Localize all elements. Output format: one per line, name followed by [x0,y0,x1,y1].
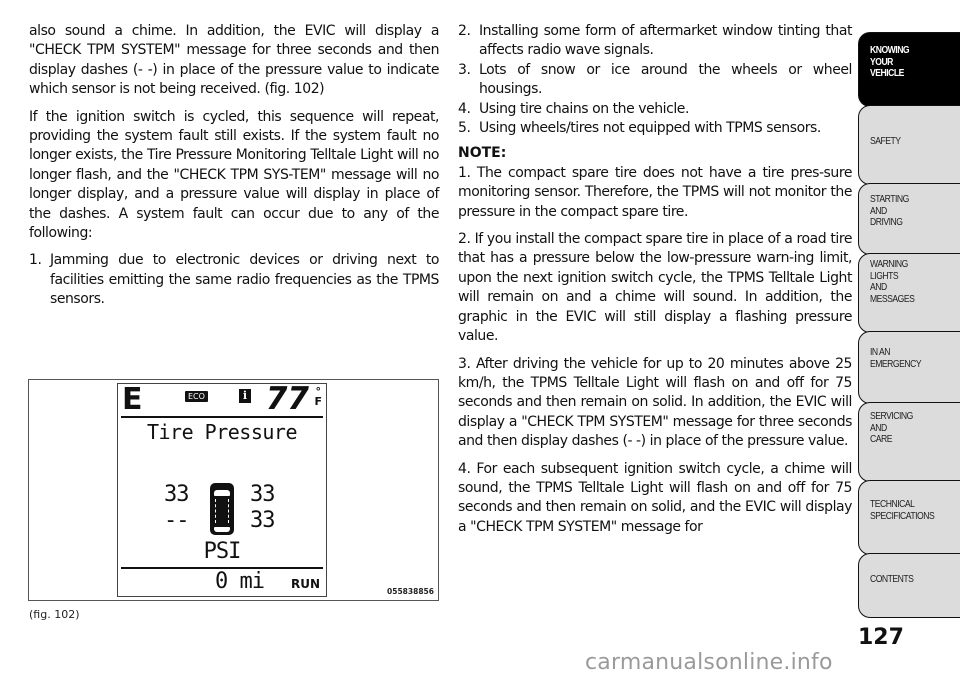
list-item: 3. Lots of snow or ice around the wheels… [458,61,852,100]
rear-window [214,527,230,532]
windshield [214,490,230,496]
unit-letter: F [314,395,322,408]
tab-starting-and-driving[interactable]: STARTING AND DRIVING [858,183,960,255]
ignition-mode: RUN [290,577,320,591]
note-paragraph: 2. If you install the compact spare tire… [458,231,852,345]
temperature-unit: ° F [314,386,322,408]
list-number: 1. [29,252,42,269]
tab-label: IN AN EMERGENCY [870,346,922,370]
tab-label: STARTING AND DRIVING [870,193,909,228]
tab-servicing-and-care[interactable]: SERVICING AND CARE [858,402,960,482]
tab-warning-lights-and-messages[interactable]: WARNING LIGHTS AND MESSAGES [858,253,960,333]
watermark: carmanualsonline.info [585,650,833,675]
tab-label: SERVICING AND CARE [870,410,913,445]
tab-contents[interactable]: CONTENTS [858,553,960,618]
body-paragraph: also sound a chime. In addition, the EVI… [29,23,439,98]
note-paragraph: 4. For each subsequent ignition switch c… [458,460,852,535]
front-right-pressure: 33 [250,482,275,507]
figure-code: 055838856 [387,587,434,596]
tab-technical-specifications[interactable]: TECHNICAL SPECIFICATIONS [858,480,960,555]
tab-in-an-emergency[interactable]: IN AN EMERGENCY [858,331,960,404]
list-item: 5. Using wheels/tires not equipped with … [458,119,852,138]
body-paragraph: If the ignition switch is cycled, this s… [29,108,439,242]
list-number: 3. [458,61,471,78]
evic-figure: E ECO i 77 ° F Tire Pressure 33 -- 33 33 … [28,379,439,601]
eco-icon: ECO [185,391,208,402]
list-number: 5. [458,120,471,137]
left-text-column: also sound a chime. In addition, the EVI… [29,22,439,310]
list-text: Installing some form of aftermarket wind… [479,23,852,59]
note-paragraph: 1. The compact spare tire does not have … [458,164,852,220]
list-item: 1. Jamming due to electronic devices or … [29,251,439,309]
door-line [215,499,217,523]
list-number: 4. [458,100,471,117]
front-left-pressure: 33 [164,482,189,507]
divider [121,416,323,418]
list-text: Using wheels/tires not equipped with TPM… [479,120,821,137]
door-line [228,499,230,523]
right-text-column: 2. Installing some form of aftermarket w… [458,22,852,545]
list-text: Using tire chains on the vehicle. [479,100,689,117]
evic-display: E ECO i 77 ° F Tire Pressure 33 -- 33 33 … [117,381,327,597]
info-icon: i [239,389,251,403]
gear-indicator: E [122,382,143,417]
page-number: 127 [858,625,904,650]
figure-caption: (fig. 102) [29,608,80,621]
vehicle-top-view-icon [210,483,234,535]
rear-right-pressure: 33 [250,508,275,533]
note-paragraph: 3. After driving the vehicle for up to 2… [458,355,852,450]
tab-label: WARNING LIGHTS AND MESSAGES [870,258,915,305]
tab-label: KNOWING YOUR VEHICLE [870,44,910,79]
outside-temperature: 77 [265,381,309,417]
list-item: 4. Using tire chains on the vehicle. [458,100,852,119]
odometer: 0 mi [215,569,265,594]
display-title: Tire Pressure [146,420,298,444]
tab-label: CONTENTS [870,573,914,585]
list-item: 2. Installing some form of aftermarket w… [458,22,852,61]
tab-safety[interactable]: SAFETY [858,105,960,185]
pressure-unit: PSI [203,539,242,564]
list-text: Lots of snow or ice around the wheels or… [479,61,852,98]
tab-label: SAFETY [870,135,901,147]
tab-label: TECHNICAL SPECIFICATIONS [870,498,935,522]
list-number: 2. [458,23,471,39]
list-text: Jamming due to electronic devices or dri… [50,252,439,308]
tab-knowing-your-vehicle[interactable]: KNOWING YOUR VEHICLE [858,32,960,107]
rear-left-pressure: -- [164,508,189,533]
note-heading: NOTE: [458,145,507,162]
display-status-bar: E ECO i 77 ° F [121,381,323,417]
